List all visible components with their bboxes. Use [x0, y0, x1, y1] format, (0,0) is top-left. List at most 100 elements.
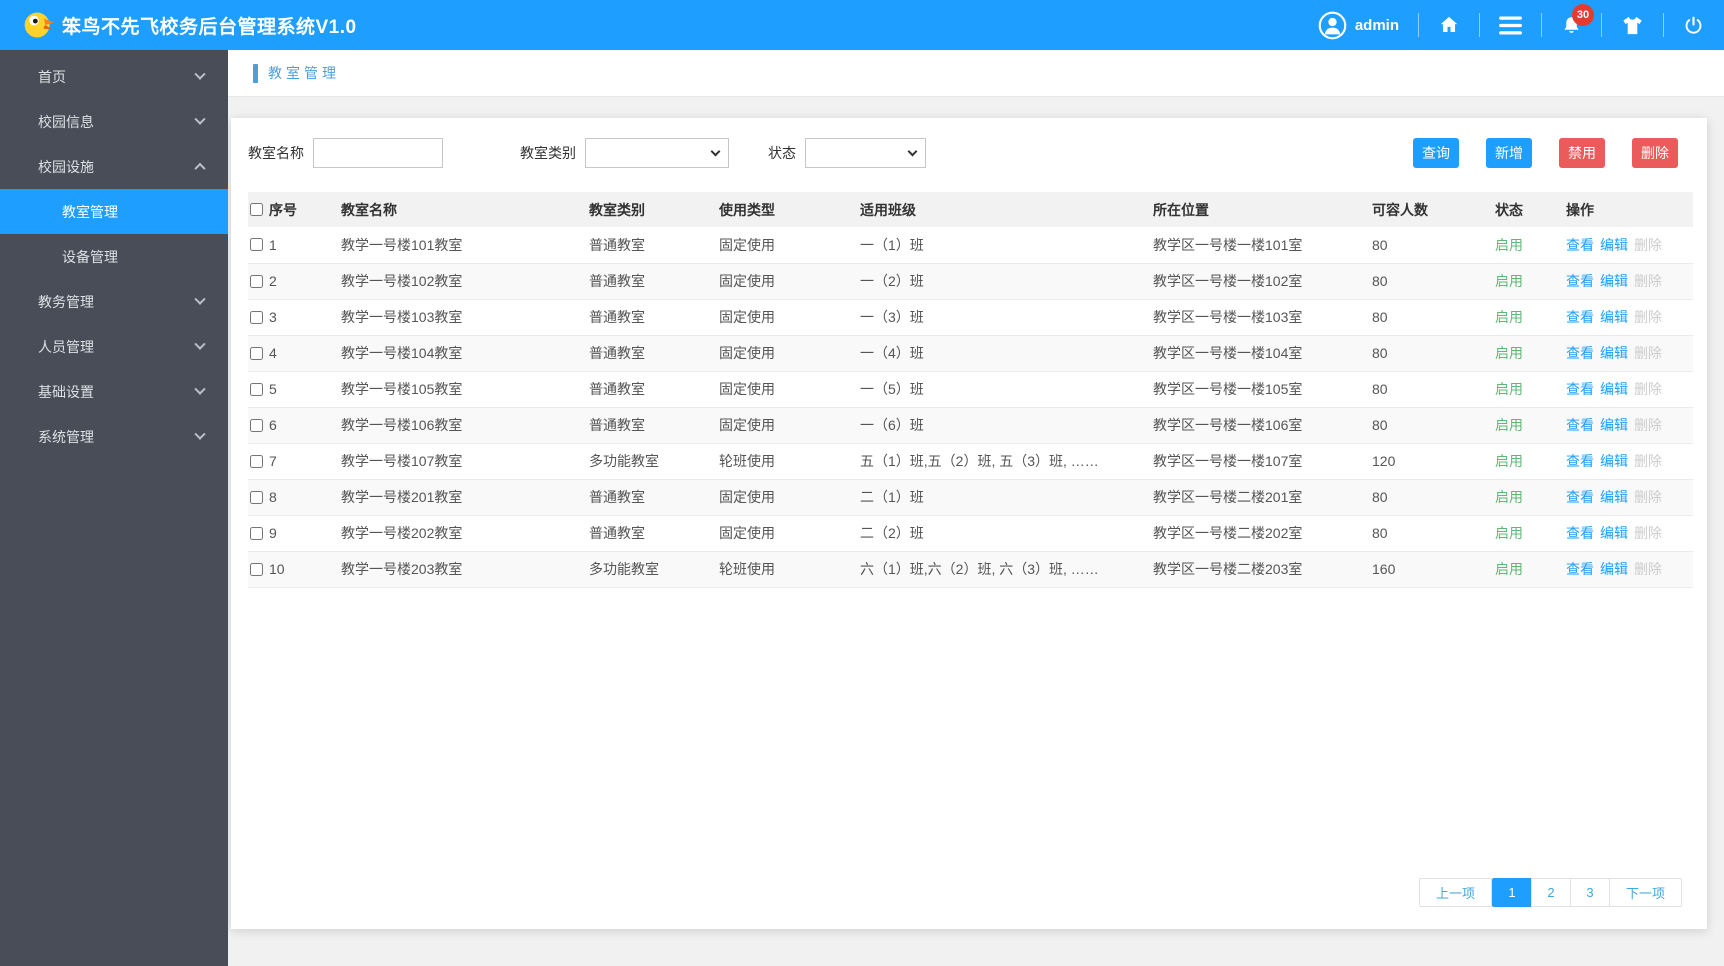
cell-capacity: 80	[1372, 273, 1388, 289]
add-button[interactable]: 新增	[1486, 138, 1532, 168]
delete-link[interactable]: 删除	[1634, 453, 1662, 469]
edit-link[interactable]: 编辑	[1600, 273, 1628, 289]
delete-link[interactable]: 删除	[1634, 237, 1662, 253]
page-number-button[interactable]: 1	[1491, 878, 1532, 907]
sidebar-item[interactable]: 校园设施	[0, 144, 228, 189]
table-row: 6 教学一号楼106教室 普通教室 固定使用 一（6）班 教学区一号楼一楼106室 80 启用…	[248, 407, 1693, 444]
col-location: 所在位置	[1153, 192, 1372, 227]
status-select[interactable]	[805, 138, 926, 168]
table-header-row: 序号 教室名称 教室类别 使用类型 适用班级 所在位置 可容人数 状态 操作	[248, 192, 1693, 227]
view-link[interactable]: 查看	[1566, 453, 1594, 469]
sidebar-item[interactable]: 教室管理	[0, 189, 228, 234]
table-row: 2 教学一号楼102教室 普通教室 固定使用 一（2）班 教学区一号楼一楼102室 80 启用…	[248, 263, 1693, 300]
cell-classes: 一（6）班	[860, 417, 924, 433]
delete-link[interactable]: 删除	[1634, 561, 1662, 577]
query-button[interactable]: 查询	[1413, 138, 1459, 168]
page-number-button[interactable]: 3	[1569, 878, 1610, 907]
sidebar-item-label: 系统管理	[38, 428, 94, 445]
select-all-checkbox[interactable]	[250, 203, 263, 216]
sidebar-item[interactable]: 校园信息	[0, 99, 228, 144]
sidebar-item[interactable]: 系统管理	[0, 414, 228, 459]
status-badge: 启用	[1495, 525, 1523, 541]
sidebar-item[interactable]: 设备管理	[0, 234, 228, 279]
delete-link[interactable]: 删除	[1634, 273, 1662, 289]
row-checkbox[interactable]	[250, 274, 263, 288]
cell-location: 教学区一号楼二楼203室	[1153, 561, 1303, 577]
row-checkbox[interactable]	[250, 238, 263, 252]
sidebar-item[interactable]: 人员管理	[0, 324, 228, 369]
classroom-category-select[interactable]	[585, 138, 729, 168]
delete-link[interactable]: 删除	[1634, 489, 1662, 505]
table-row: 8 教学一号楼201教室 普通教室 固定使用 二（1）班 教学区一号楼二楼201室 80 启用…	[248, 479, 1693, 516]
classroom-name-input[interactable]	[313, 138, 443, 168]
view-link[interactable]: 查看	[1566, 237, 1594, 253]
view-link[interactable]: 查看	[1566, 561, 1594, 577]
view-link[interactable]: 查看	[1566, 381, 1594, 397]
notifications-button[interactable]: 30	[1561, 3, 1594, 36]
edit-link[interactable]: 编辑	[1600, 561, 1628, 577]
sidebar-item[interactable]: 基础设置	[0, 369, 228, 414]
theme-button[interactable]	[1621, 14, 1644, 37]
power-icon	[1685, 16, 1702, 34]
row-checkbox[interactable]	[250, 526, 263, 540]
user-menu[interactable]: admin	[1318, 11, 1399, 40]
col-status: 状态	[1495, 192, 1566, 227]
delete-button[interactable]: 删除	[1632, 138, 1678, 168]
delete-link[interactable]: 删除	[1634, 381, 1662, 397]
row-checkbox[interactable]	[250, 346, 263, 360]
cell-capacity: 120	[1372, 453, 1396, 469]
prev-page-button[interactable]: 上一项	[1418, 878, 1492, 907]
next-page-button[interactable]: 下一项	[1608, 878, 1682, 907]
cell-use-type: 固定使用	[719, 273, 775, 289]
cell-name: 教学一号楼105教室	[341, 381, 463, 397]
delete-link[interactable]: 删除	[1634, 309, 1662, 325]
col-use-type: 使用类型	[719, 192, 860, 227]
menu-button[interactable]	[1499, 15, 1522, 35]
main-content: 教室管理 教室名称 教室类别 状态 查询 新增 禁用 删除 序号 教室名称 教室…	[228, 50, 1724, 966]
view-link[interactable]: 查看	[1566, 525, 1594, 541]
row-checkbox[interactable]	[250, 382, 263, 396]
edit-link[interactable]: 编辑	[1600, 381, 1628, 397]
edit-link[interactable]: 编辑	[1600, 309, 1628, 325]
cell-classes: 一（3）班	[860, 309, 924, 325]
row-checkbox[interactable]	[250, 562, 263, 576]
classroom-category-label: 教室类别	[520, 145, 576, 161]
sidebar-menu: 首页 校园信息 校园设施 教室管理 设备管理 教务管理人员管理基础设置系统管理	[0, 54, 228, 459]
view-link[interactable]: 查看	[1566, 417, 1594, 433]
view-link[interactable]: 查看	[1566, 489, 1594, 505]
chevron-down-icon	[194, 293, 206, 305]
row-checkbox[interactable]	[250, 490, 263, 504]
delete-link[interactable]: 删除	[1634, 417, 1662, 433]
edit-link[interactable]: 编辑	[1600, 237, 1628, 253]
edit-link[interactable]: 编辑	[1600, 417, 1628, 433]
cell-name: 教学一号楼107教室	[341, 453, 463, 469]
cell-name: 教学一号楼103教室	[341, 309, 463, 325]
row-checkbox[interactable]	[250, 310, 263, 324]
row-checkbox[interactable]	[250, 454, 263, 468]
view-link[interactable]: 查看	[1566, 309, 1594, 325]
delete-link[interactable]: 删除	[1634, 525, 1662, 541]
chevron-down-icon	[194, 113, 206, 125]
logout-button[interactable]	[1683, 15, 1704, 36]
view-link[interactable]: 查看	[1566, 345, 1594, 361]
row-index: 6	[269, 417, 277, 433]
edit-link[interactable]: 编辑	[1600, 453, 1628, 469]
sidebar-item[interactable]: 教务管理	[0, 279, 228, 324]
chevron-down-icon	[194, 383, 206, 395]
sidebar-item[interactable]: 首页	[0, 54, 228, 99]
disable-button[interactable]: 禁用	[1559, 138, 1605, 168]
topbar-actions: admin 30	[1318, 3, 1724, 40]
edit-link[interactable]: 编辑	[1600, 525, 1628, 541]
delete-link[interactable]: 删除	[1634, 345, 1662, 361]
edit-link[interactable]: 编辑	[1600, 345, 1628, 361]
cell-use-type: 固定使用	[719, 345, 775, 361]
row-checkbox[interactable]	[250, 418, 263, 432]
view-link[interactable]: 查看	[1566, 273, 1594, 289]
page-number-button[interactable]: 2	[1530, 878, 1571, 907]
edit-link[interactable]: 编辑	[1600, 489, 1628, 505]
cell-use-type: 固定使用	[719, 525, 775, 541]
cell-category: 普通教室	[589, 236, 645, 253]
cell-category: 多功能教室	[589, 453, 659, 469]
home-button[interactable]	[1438, 14, 1460, 36]
sidebar-item-label: 人员管理	[38, 338, 94, 355]
